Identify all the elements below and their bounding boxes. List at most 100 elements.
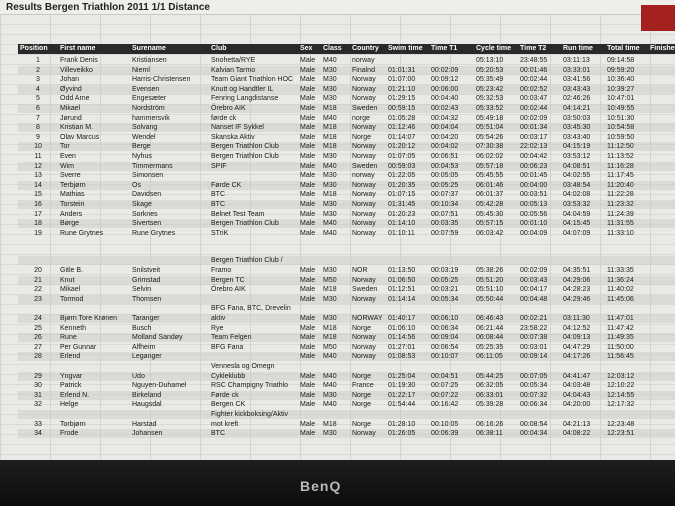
table-row[interactable]: 10 Tor Berge Bergen Triathlon Club Male M18 No…	[18, 142, 675, 152]
cell-first-name: Mikael	[60, 105, 81, 112]
table-row[interactable]: 16 Torstein Skage BTC Male M30 Norway 01:31:45 0…	[18, 200, 675, 209]
column-header-country[interactable]: Country	[352, 44, 379, 54]
table-row[interactable]: 19 Rune Grytnes Rune Grytnes STriK Male M40 No…	[18, 229, 675, 238]
table-row[interactable]: 15 Mathias Davidsen BTC Male M18 Norway 01:07:1…	[18, 190, 675, 199]
cell-swim: 01:54:44	[388, 401, 416, 409]
table-row[interactable]: 30 Patrick Nguyen-Duhamel RSC Champigny Tri…	[18, 381, 675, 390]
cell-cycle: 06:21:44	[476, 324, 504, 332]
cell-swim: 01:14:56	[388, 334, 416, 342]
cell-sex: Male	[300, 76, 316, 84]
table-row[interactable]: 8 Kristian M. Solvang Nanset IF Sykkel Male M…	[18, 123, 675, 133]
table-row[interactable]: 22 Mikael Selvin Örebro AIK Male M18 Sweden 01:…	[18, 285, 675, 294]
column-header-cycle[interactable]: Cycle time	[476, 44, 511, 54]
cell-t2: 00:01:34	[520, 124, 548, 132]
table-row[interactable]: 4 Øyvind Evensen Knutt og Handtler IL Male M3…	[18, 84, 675, 94]
spreadsheet-screen: Results Bergen Triathlon 2011 1/1 Distan…	[0, 0, 675, 460]
cell-swim: 01:07:00	[388, 76, 416, 84]
table-row[interactable]: 11 Even Nyhus Bergen Triathlon Club Male M30 N…	[18, 152, 675, 161]
table-row[interactable]: 12 Wim Timmermans SPIF Male M40 Sweden 00:59:03…	[18, 161, 675, 171]
column-header-class[interactable]: Class	[323, 44, 342, 54]
column-header-surname[interactable]: Surename	[132, 44, 166, 54]
cell-country: Norway	[352, 153, 376, 160]
cell-club: Team Giant Triathlon HOC	[211, 76, 294, 84]
column-header-total[interactable]: Total time	[607, 44, 640, 54]
table-row[interactable]: 7 Jørund hammersvik førde ck Male M40 norge 01:…	[18, 114, 675, 123]
table-row-continuation[interactable]: Vennesla og Omegn	[18, 362, 675, 371]
column-header-first-name[interactable]: First name	[60, 44, 95, 54]
table-row[interactable]: 20 Gitle B. Snilstveit Framo Male M30 NOR 01:13…	[18, 266, 675, 275]
cell-class: M18	[323, 324, 337, 332]
cell-club: Fighter kickboksing/Aktiv	[211, 411, 289, 418]
cell-first-name: Erlend	[60, 353, 81, 361]
cell-first-name: Gitle B.	[60, 267, 83, 274]
table-row[interactable]: 34 Frode Johansen BTC Male M30 Norway 01:26:05 0…	[18, 429, 675, 439]
column-header-sex[interactable]: Sex	[300, 44, 312, 54]
cell-country: Norge	[352, 324, 372, 332]
table-row[interactable]: 17 Anders Sorknes Belnet Test Team Male M30 No…	[18, 210, 675, 219]
cell-swim: 01:07:05	[388, 153, 416, 160]
cell-t1: 00:05:34	[431, 295, 459, 303]
table-row[interactable]: 32 Helge Haugsdal Bergen CK Male M40 Norge 01:5…	[18, 400, 675, 409]
cell-total: 11:31:55	[607, 220, 634, 228]
column-header-run[interactable]: Run time	[563, 44, 593, 54]
cell-first-name: Terbjørn	[60, 181, 86, 189]
table-row[interactable]: 2 Villeveikko Nieml Kalvian Tarmo Male M30 Fin…	[18, 65, 675, 75]
table-row[interactable]: 24 Bjørn Tore Krønen Taranger aktiv Male M30 N…	[18, 314, 675, 323]
cell-surname: Grimstad	[132, 276, 161, 284]
table-row[interactable]: 13 Sverre Simonsen Male M30 norway 01:22:05 00:…	[18, 171, 675, 180]
column-header-position[interactable]: Position	[20, 44, 48, 54]
cell-country: France	[352, 382, 374, 390]
column-header-finished[interactable]: Finished	[650, 44, 675, 54]
table-row[interactable]: 27 Per Gunnar Alfheim BFG Fana Male M50 Norway…	[18, 343, 675, 352]
cell-surname: hammersvik	[132, 114, 170, 122]
cell-class: M40	[323, 114, 337, 122]
table-row[interactable]: 23 Tormod Thomsen Male M30 Norway 01:14:14 00:0…	[18, 294, 675, 304]
column-header-club[interactable]: Club	[211, 44, 227, 54]
cell-country: Norway	[352, 76, 376, 84]
cell-run: 04:28:23	[563, 286, 591, 294]
column-header-t2[interactable]: Time T2	[520, 44, 546, 54]
table-row[interactable]: 14 Terbjørn Os Førde CK Male M30 Norway 01:20:3…	[18, 180, 675, 190]
cell-sex: Male	[300, 220, 316, 228]
cell-t1: 00:10:34	[431, 201, 459, 208]
cell-position: 6	[36, 105, 40, 112]
table-row[interactable]: 29 Yngvar Udo Cykleklubb Male M40 Norge 01:25:0…	[18, 371, 675, 381]
table-row[interactable]: 6 Mikael Nordström Örebro AIK Male M18 Sweden 0…	[18, 104, 675, 113]
table-row[interactable]: 9 Olav Marcus Wendel Skanska Aktiv Male M18 No…	[18, 133, 675, 142]
cell-total: 12:10:22	[607, 382, 635, 390]
table-row[interactable]: 1 Frank Denis Kristiansen Snohetta/RYE Male M…	[18, 56, 675, 65]
table-row-continuation[interactable]: Fighter kickboksing/Aktiv	[18, 410, 675, 419]
table-row[interactable]: 26 Rune Molland Sandøy Team Felgen Male M18 No…	[18, 333, 675, 343]
table-row[interactable]: 18 Børge Sivertsen Bergen Triathlon Club Mal…	[18, 219, 675, 229]
cell-swim: 01:14:07	[388, 133, 416, 141]
red-window-control[interactable]	[641, 5, 675, 31]
cell-class: M30	[323, 201, 337, 208]
cell-position: 30	[34, 382, 42, 390]
table-row[interactable]: 5 Odd Arne Engesæter Fenring Langdistanse Ma…	[18, 94, 675, 103]
cell-club: BFG Fana, BTC, Drevelin	[211, 305, 291, 313]
table-row[interactable]: 21 Knut Grimstad Bergen TC Male M50 Norway 01:0…	[18, 275, 675, 285]
cell-country: Sweden	[352, 286, 378, 294]
column-header-swim[interactable]: Swim time	[388, 44, 423, 54]
cell-surname: Haugsdal	[132, 401, 162, 409]
cell-position: 11	[34, 153, 42, 160]
table-row[interactable]: 25 Kenneth Busch Rye Male M18 Norge 01:06:10 00:…	[18, 324, 675, 333]
table-row[interactable]: 28 Erlend Leganger Male M40 Norway 01:08:53 00:…	[18, 352, 675, 362]
cell-run: 02:46:26	[563, 95, 591, 103]
table-row[interactable]: 3 Johan Harris-Christensen Team Giant Triat…	[18, 75, 675, 84]
cell-cycle: 05:13:10	[476, 57, 504, 64]
table-row-continuation[interactable]: Bergen Triathlon Club /	[18, 256, 675, 266]
table-row-continuation[interactable]: BFG Fana, BTC, Drevelin	[18, 304, 675, 313]
cell-swim: 01:28:10	[388, 420, 416, 428]
cell-club: Bergen Triathlon Club	[211, 153, 279, 160]
cell-cycle: 06:38:11	[476, 430, 503, 438]
cell-country: norge	[352, 114, 370, 122]
table-row[interactable]: 31 Erlend N. Birkeland Førde ck Male M30 Norge…	[18, 390, 675, 400]
table-row[interactable]: 33 Torbjørn Harstad mot kreft Male M18 Norge 01…	[18, 420, 675, 429]
cell-t2: 00:03:17	[520, 133, 548, 141]
column-header-t1[interactable]: Time T1	[431, 44, 457, 54]
cell-total: 11:56:45	[607, 353, 634, 361]
cell-t2: 00:03:51	[520, 191, 548, 199]
cell-first-name: Rune	[60, 334, 77, 342]
cell-t1: 00:02:43	[431, 105, 459, 112]
